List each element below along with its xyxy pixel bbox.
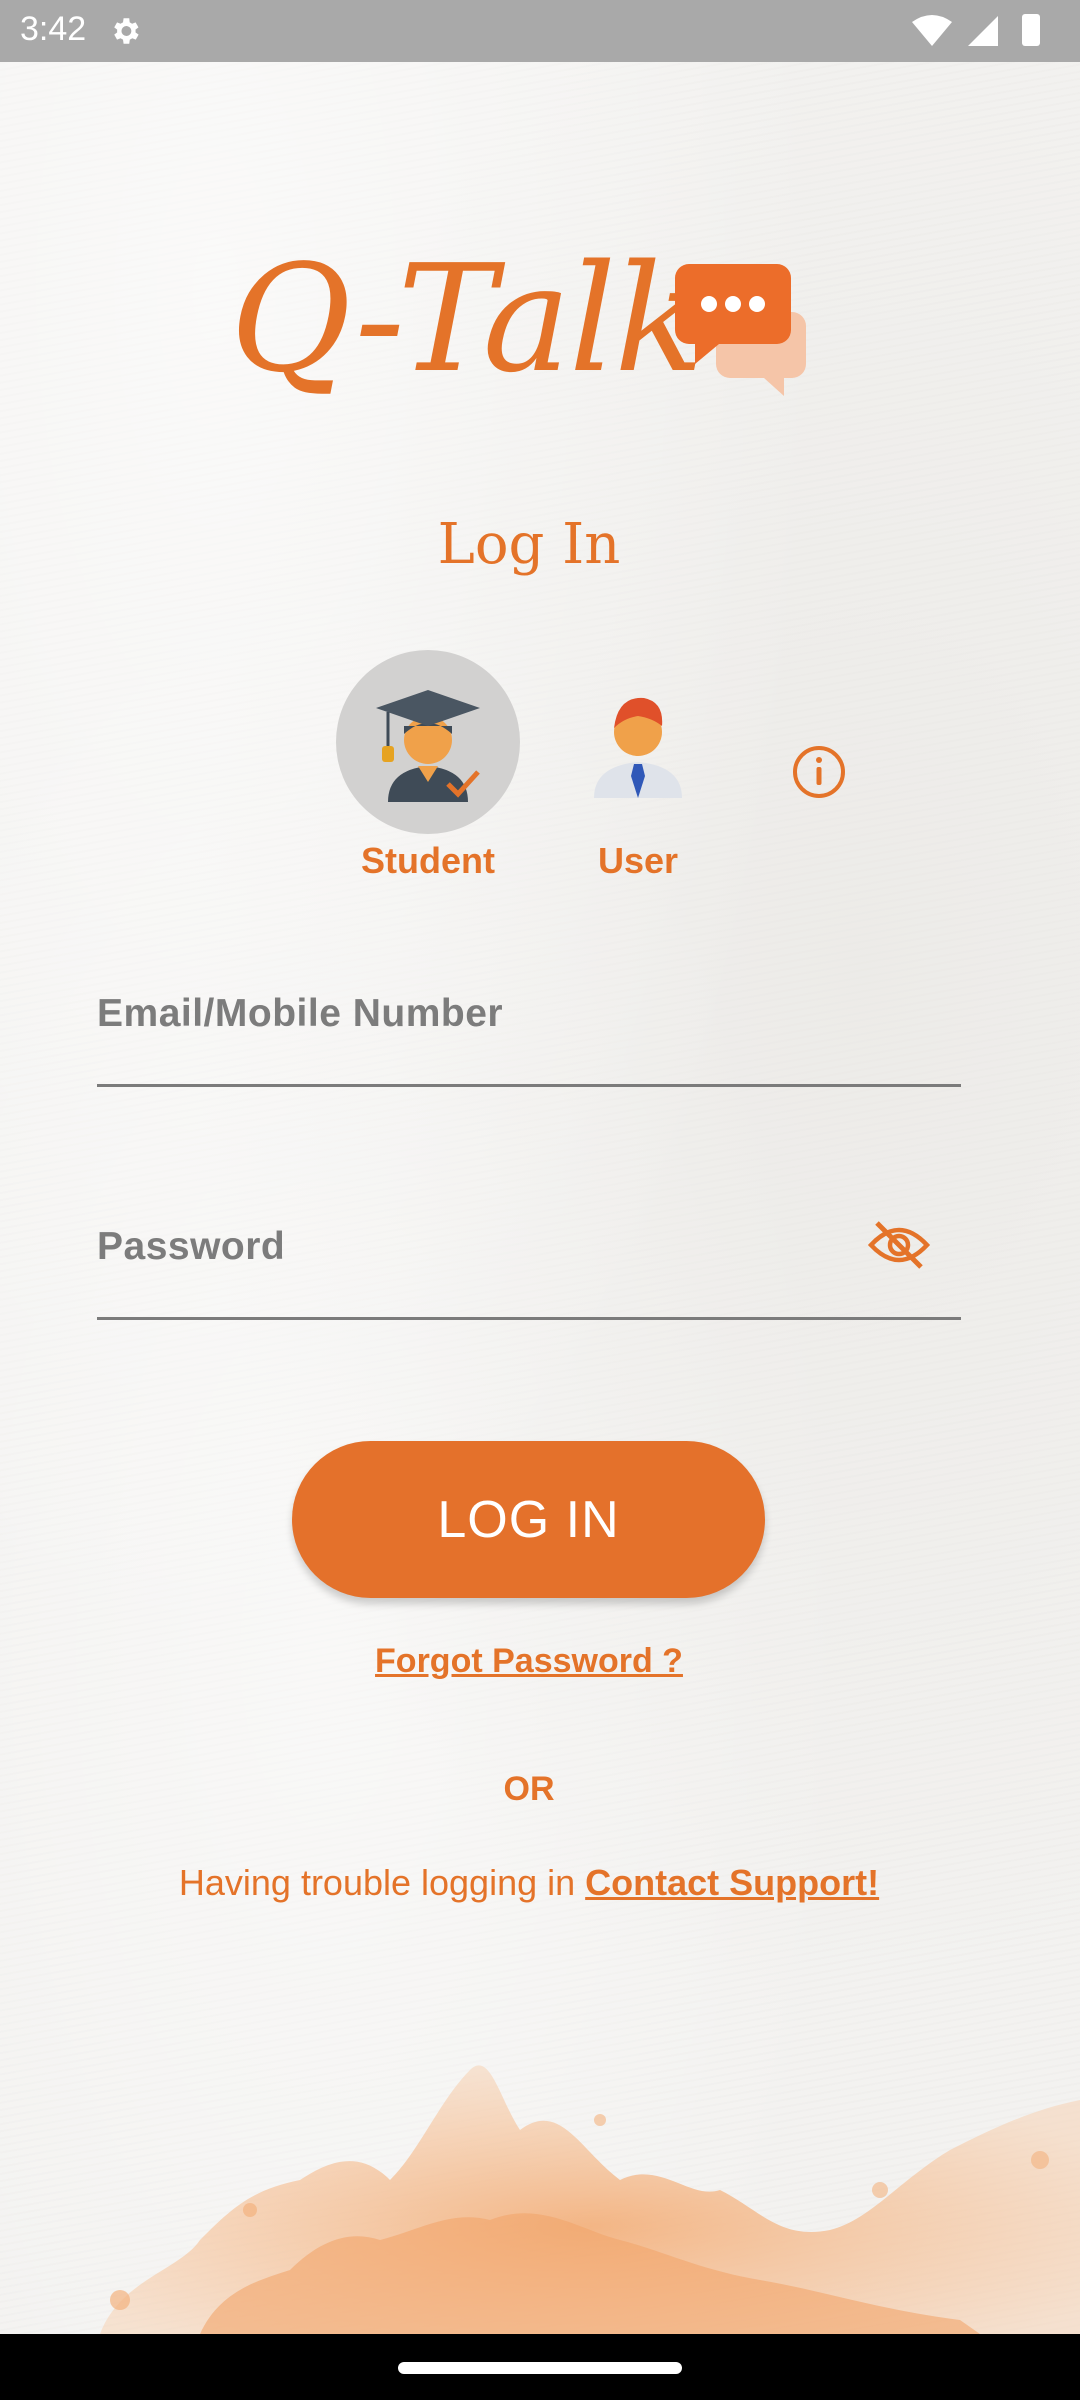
trouble-text: Having trouble logging in xyxy=(178,1862,576,1903)
settings-icon xyxy=(114,18,139,44)
eye-off-icon[interactable] xyxy=(867,1217,931,1273)
password-input[interactable] xyxy=(97,1217,857,1277)
role-student-option[interactable]: Student xyxy=(336,650,520,881)
login-button[interactable]: LOG IN xyxy=(292,1441,765,1598)
signal-icon xyxy=(968,16,998,46)
graduate-avatar-icon xyxy=(376,690,480,802)
forgot-password-link[interactable]: Forgot Password ? xyxy=(0,1642,1058,1681)
battery-icon xyxy=(1022,14,1040,46)
system-navigation-bar xyxy=(0,2334,1080,2400)
email-field-container xyxy=(97,984,961,1087)
status-icons xyxy=(912,14,1040,46)
decorative-splash xyxy=(100,2065,1080,2334)
or-divider-text: OR xyxy=(503,1770,555,1808)
contact-support-link[interactable]: Contact Support! xyxy=(585,1862,879,1903)
trouble-line: Having trouble logging in Contact Suppor… xyxy=(0,1862,1058,1904)
info-icon[interactable] xyxy=(790,743,848,801)
page-title: Log In xyxy=(437,512,621,577)
home-gesture-handle[interactable] xyxy=(398,2362,682,2374)
role-selected-highlight xyxy=(336,650,520,834)
role-user-option[interactable]: User xyxy=(546,680,730,881)
login-screen: 3:42 Q-Talk Log In Student User Email/Mo… xyxy=(0,0,1080,2400)
user-avatar-icon xyxy=(594,697,682,798)
role-user-avatar xyxy=(546,680,730,804)
email-input[interactable] xyxy=(97,984,857,1044)
wifi-icon xyxy=(912,15,952,46)
role-student-label: Student xyxy=(361,840,495,881)
status-bar: 3:42 xyxy=(0,0,1080,62)
chat-bubbles-icon xyxy=(675,264,806,396)
role-user-label: User xyxy=(597,840,679,881)
app-logo-text: Q-Talk xyxy=(230,233,704,405)
password-field-container xyxy=(97,1217,961,1320)
status-time: 3:42 xyxy=(20,10,87,48)
